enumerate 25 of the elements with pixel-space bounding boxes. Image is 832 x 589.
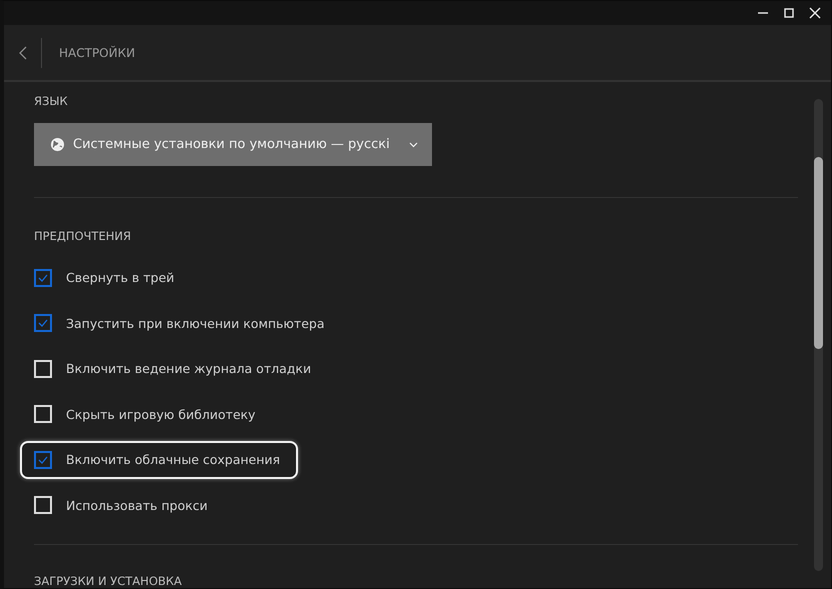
language-dropdown[interactable]: Системные установки по умолчанию — русскі [34,123,432,166]
checkmark-icon [38,274,48,282]
close-button[interactable] [807,5,823,21]
globe-icon [50,137,65,152]
chevron-down-icon [409,142,418,148]
checkbox-option[interactable]: Запустить при включении компьютера [20,304,343,342]
section-heading: ПРЕДПОЧТЕНИЯ [34,229,132,243]
checkbox-option[interactable]: Свернуть в трей [20,258,192,297]
back-icon [18,46,26,60]
checkmark-icon [38,456,48,464]
section-heading: ЗАГРУЗКИ И УСТАНОВКА [34,574,183,588]
checkmark-icon [38,319,48,328]
close-icon [809,7,821,19]
maximize-icon [783,7,795,19]
scrollbar-thumb[interactable] [814,157,822,349]
checkbox[interactable] [34,314,52,332]
checkbox[interactable] [34,450,52,469]
section-heading: ЯЗЫК [34,94,69,108]
checkbox-option[interactable]: Использовать прокси [20,486,226,524]
checkbox-option[interactable]: Включить облачные сохранения [20,440,298,479]
checkbox-option[interactable]: Включить ведение журнала отладки [20,350,330,388]
page-title: НАСТРОЙКИ [59,46,136,60]
scrollbar[interactable] [814,99,822,571]
checkbox-option[interactable]: Скрыть игровую библиотеку [20,395,274,434]
checkbox[interactable] [34,268,52,287]
